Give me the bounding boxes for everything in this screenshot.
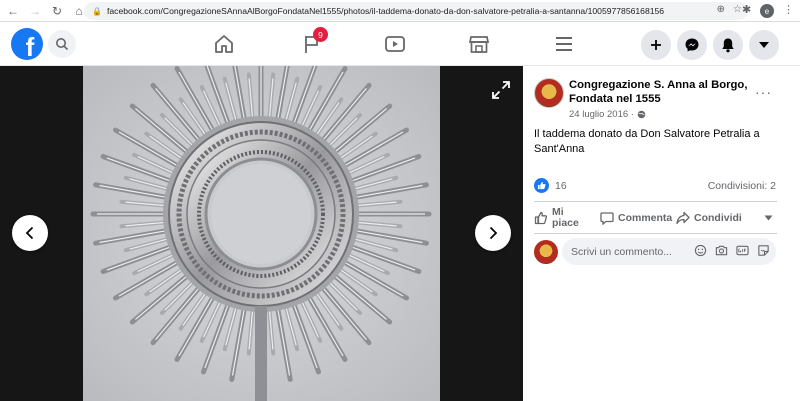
url-text: facebook.com/CongregazioneSAnnaAlBorgoFo… <box>107 6 665 16</box>
fullscreen-button[interactable] <box>491 80 511 100</box>
emoji-icon[interactable] <box>694 244 707 257</box>
address-bar[interactable]: 🔒 facebook.com/CongregazioneSAnnaAlBorgo… <box>84 2 748 20</box>
share-button-label: Condividi <box>694 212 742 224</box>
camera-icon[interactable] <box>715 244 728 257</box>
search-button[interactable] <box>48 30 76 58</box>
zoom-icon[interactable]: ⊕ <box>717 4 725 15</box>
hamburger-icon <box>556 37 572 51</box>
plus-icon <box>651 40 661 50</box>
nav-menu[interactable] <box>549 30 579 58</box>
comment-composer: Scrivi un commento... <box>534 238 777 266</box>
facebook-logo[interactable]: f <box>11 28 43 60</box>
bell-icon <box>722 38 734 53</box>
facebook-header: f 9 <box>0 22 800 66</box>
shares-count[interactable]: Condivisioni: 2 <box>708 180 776 192</box>
user-avatar[interactable] <box>534 240 558 264</box>
browser-toolbar: ← → ↻ ⌂ 🔒 facebook.com/CongregazioneSAnn… <box>0 0 800 22</box>
thumbs-up-icon <box>534 211 548 225</box>
comment-placeholder: Scrivi un commento... <box>571 245 672 258</box>
action-bar: Mi piace Commenta Condividi <box>534 205 777 231</box>
nav-pages[interactable]: 9 <box>297 27 328 58</box>
likes-count: 16 <box>555 179 567 192</box>
like-button[interactable]: Mi piace <box>534 207 600 229</box>
reload-icon[interactable]: ↻ <box>48 2 66 20</box>
forward-icon[interactable]: → <box>26 2 44 20</box>
browser-menu-icon[interactable]: ⋮ <box>783 3 794 16</box>
caret-down-icon <box>759 42 769 48</box>
photo-viewer <box>0 66 523 401</box>
page-name[interactable]: Congregazione S. Anna al Borgo, Fondata … <box>569 78 759 106</box>
extensions-icon[interactable]: ✱ <box>742 3 751 16</box>
comment-button-label: Commenta <box>618 212 673 224</box>
sticker-icon[interactable] <box>757 244 770 257</box>
messenger-button[interactable] <box>677 30 707 60</box>
divider <box>534 233 777 234</box>
monstrance-image <box>83 66 440 401</box>
bookmark-star-icon[interactable]: ☆ <box>733 4 742 15</box>
gif-icon[interactable] <box>736 244 749 257</box>
like-reaction-icon <box>534 178 549 193</box>
reactions-summary[interactable]: 16 <box>534 178 567 193</box>
comment-button[interactable]: Commenta <box>600 211 676 225</box>
shop-icon <box>468 36 490 53</box>
post-date[interactable]: 24 luglio 2016 · <box>569 109 646 120</box>
comment-icon <box>600 212 614 225</box>
messenger-icon <box>685 38 699 52</box>
globe-icon <box>637 110 646 119</box>
nav-marketplace[interactable] <box>464 30 494 58</box>
nav-home[interactable] <box>209 30 239 58</box>
home-icon <box>215 35 233 53</box>
search-icon <box>56 38 69 51</box>
notification-badge: 9 <box>313 27 328 42</box>
video-icon <box>385 36 405 52</box>
comment-input[interactable]: Scrivi un commento... <box>562 238 776 265</box>
lock-icon: 🔒 <box>92 6 102 16</box>
post-date-text: 24 luglio 2016 · <box>569 109 634 120</box>
page-avatar[interactable] <box>534 78 564 108</box>
post-caption: Il taddema donato da Don Salvatore Petra… <box>534 128 760 155</box>
previous-photo-button[interactable] <box>12 215 48 251</box>
post-details-panel: Congregazione S. Anna al Borgo, Fondata … <box>523 66 800 401</box>
caret-down-icon <box>764 215 773 221</box>
share-icon <box>676 211 690 225</box>
audience-selector[interactable] <box>764 215 777 221</box>
divider <box>534 201 777 202</box>
chevron-left-icon <box>25 226 34 240</box>
nav-watch[interactable] <box>380 30 410 58</box>
more-options-button[interactable]: ··· <box>755 84 772 100</box>
profile-avatar[interactable]: e <box>760 4 774 18</box>
create-button[interactable] <box>641 30 671 60</box>
share-button[interactable]: Condividi <box>676 211 764 225</box>
next-photo-button[interactable] <box>475 215 511 251</box>
post-photo <box>83 66 440 401</box>
back-icon[interactable]: ← <box>4 2 22 20</box>
chevron-right-icon <box>489 226 498 240</box>
account-button[interactable] <box>749 30 779 60</box>
notifications-button[interactable] <box>713 30 743 60</box>
expand-icon <box>492 81 510 99</box>
like-button-label: Mi piace <box>552 206 579 229</box>
